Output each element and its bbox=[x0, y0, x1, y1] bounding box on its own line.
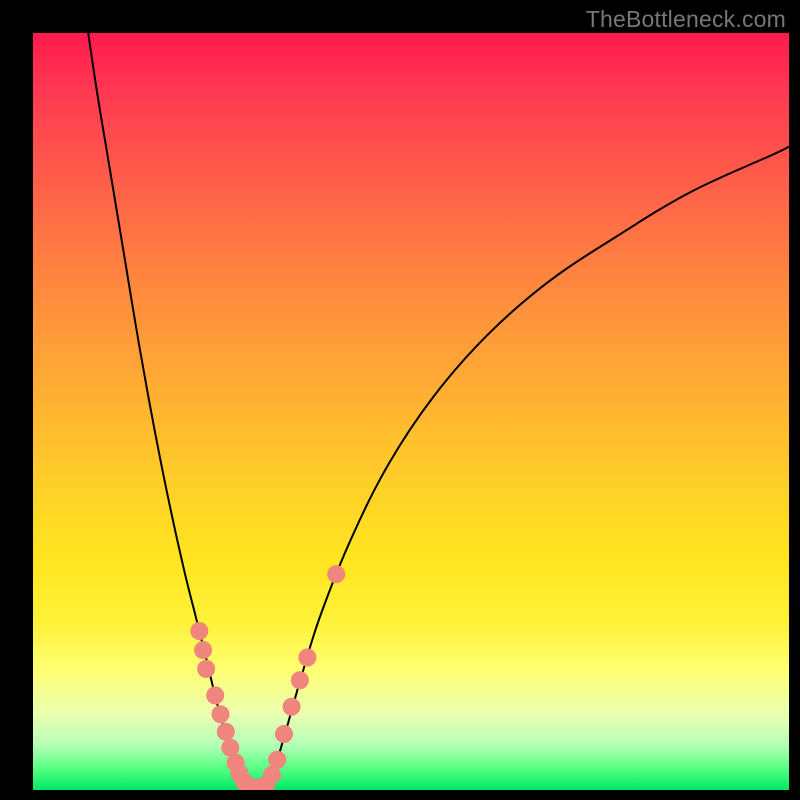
data-marker bbox=[212, 706, 229, 723]
data-marker bbox=[222, 739, 239, 756]
plot-area bbox=[33, 33, 789, 790]
data-marker bbox=[195, 641, 212, 658]
data-marker bbox=[217, 723, 234, 740]
chart-svg bbox=[33, 33, 789, 790]
data-marker bbox=[207, 687, 224, 704]
data-marker bbox=[263, 766, 280, 783]
curve-layer bbox=[88, 33, 789, 788]
data-marker bbox=[191, 623, 208, 640]
data-marker bbox=[198, 660, 215, 677]
watermark-text: TheBottleneck.com bbox=[586, 6, 786, 33]
outer-frame: TheBottleneck.com bbox=[0, 0, 800, 800]
data-marker bbox=[291, 672, 308, 689]
data-marker bbox=[283, 698, 300, 715]
data-marker bbox=[299, 649, 316, 666]
data-marker bbox=[328, 566, 345, 583]
data-marker bbox=[275, 725, 292, 742]
bottleneck-curve bbox=[88, 33, 789, 788]
data-marker bbox=[269, 751, 286, 768]
marker-layer bbox=[191, 566, 345, 790]
